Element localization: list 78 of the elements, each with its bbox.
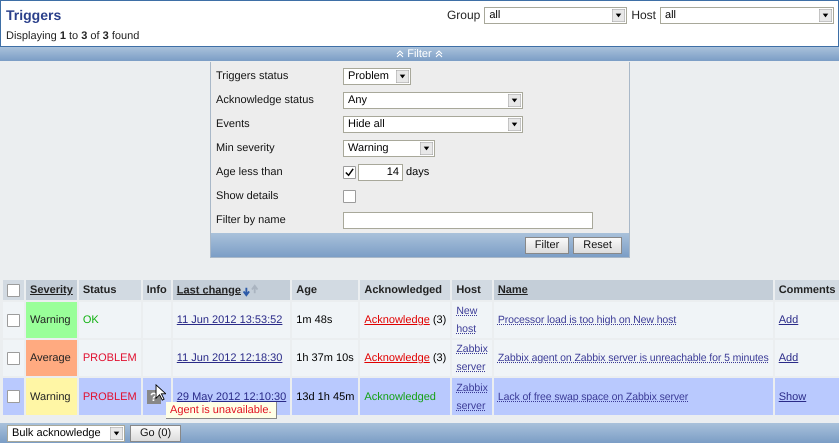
filter-title: Filter (407, 48, 432, 60)
results-summary: Displaying 1 to 3 of 3 found (5, 29, 140, 42)
severity-cell: Average (26, 340, 77, 376)
trigger-name-link[interactable]: Zabbix agent on Zabbix server is unreachable for 5 minutes (498, 349, 769, 367)
age-cell: 1m 48s (292, 302, 358, 338)
dropdown-arrow-icon (396, 70, 409, 82)
dropdown-arrow-icon (110, 426, 123, 440)
host-link[interactable]: Zabbix server (456, 378, 488, 414)
ack-count: (3) (432, 314, 446, 326)
host-link[interactable]: Zabbix server (456, 340, 488, 376)
bulk-action-select[interactable]: Bulk acknowledge (7, 424, 125, 442)
severity-cell: Warning (26, 378, 77, 415)
select-field[interactable]: Hide all (343, 116, 523, 132)
tooltip: Agent is unavailable. (166, 402, 277, 419)
dropdown-arrow-icon (508, 94, 521, 106)
column-header: Status (78, 280, 141, 300)
column-header: Info (142, 280, 171, 300)
column-header: Age (292, 280, 358, 300)
select-field[interactable]: all (484, 6, 628, 24)
row-checkbox[interactable] (7, 390, 20, 403)
status-cell: OK (78, 302, 141, 338)
select-field[interactable]: Any (343, 92, 523, 108)
host-link[interactable]: New host (456, 302, 488, 338)
select-field[interactable]: all (660, 6, 834, 24)
name-input[interactable] (343, 212, 593, 228)
page-title: Triggers (6, 7, 62, 23)
filter-label: Filter by name (216, 214, 287, 226)
go-button[interactable]: Go (0) (130, 424, 182, 442)
select-all-checkbox[interactable] (7, 284, 20, 296)
status-cell: PROBLEM (78, 378, 141, 415)
days-input[interactable]: 14 (358, 164, 403, 180)
column-header: Comments (774, 280, 839, 300)
column-header: Host (452, 280, 492, 300)
comment-link[interactable]: Show (778, 390, 806, 402)
trigger-name-link[interactable]: Processor load is too high on New host (498, 311, 676, 329)
dropdown-arrow-icon (612, 8, 626, 22)
row-checkbox[interactable] (7, 352, 20, 364)
comment-link[interactable]: Add (778, 314, 798, 326)
filter-label: Min severity (216, 142, 276, 154)
status-cell: PROBLEM (78, 340, 141, 376)
column-header: Acknowledged (360, 280, 450, 300)
sortable-header[interactable]: Name (494, 280, 773, 300)
severity-cell: Warning (26, 302, 77, 338)
acknowledged-label: Acknowledged (364, 390, 436, 402)
date-link[interactable]: 11 Jun 2012 12:18:30 (176, 352, 282, 364)
filter-label: Show details (216, 190, 280, 202)
select-label: Group (446, 8, 480, 22)
comment-link[interactable]: Add (778, 352, 798, 364)
age-cell: 13d 1h 45m (292, 378, 358, 415)
select-label: Host (631, 8, 656, 22)
pointer-cursor-icon (155, 384, 166, 401)
select-field[interactable]: Warning (343, 140, 435, 156)
dropdown-arrow-icon (819, 8, 832, 22)
filter-label: Triggers status (216, 70, 290, 82)
date-link[interactable]: 29 May 2012 12:10:30 (176, 390, 286, 402)
select-field[interactable]: Problem (343, 68, 411, 84)
unit-label: days (406, 166, 430, 178)
filter-label: Acknowledge status (216, 94, 315, 106)
chevron-up-icon (434, 50, 443, 58)
sortable-header[interactable]: Severity (26, 280, 77, 300)
trigger-name-link[interactable]: Lack of free swap space on Zabbix server (498, 388, 688, 406)
filter-button[interactable]: Filter (524, 236, 570, 254)
dropdown-arrow-icon (420, 142, 433, 154)
checkbox[interactable] (343, 190, 356, 202)
filter-label: Events (216, 118, 251, 130)
reset-button[interactable]: Reset (573, 236, 622, 254)
filter-label: Age less than (216, 166, 284, 178)
date-link[interactable]: 11 Jun 2012 13:53:52 (176, 314, 282, 326)
dropdown-arrow-icon (508, 118, 521, 130)
row-checkbox[interactable] (7, 314, 20, 326)
sortable-header[interactable]: Last change (172, 280, 290, 300)
ack-count: (3) (432, 352, 446, 364)
age-cell: 1h 37m 10s (292, 340, 358, 376)
acknowledge-link[interactable]: Acknowledge (364, 352, 430, 364)
sort-arrows-icon (240, 284, 261, 296)
acknowledge-link[interactable]: Acknowledge (364, 314, 430, 326)
chevron-up-icon (396, 50, 404, 58)
checkbox[interactable] (343, 166, 356, 178)
